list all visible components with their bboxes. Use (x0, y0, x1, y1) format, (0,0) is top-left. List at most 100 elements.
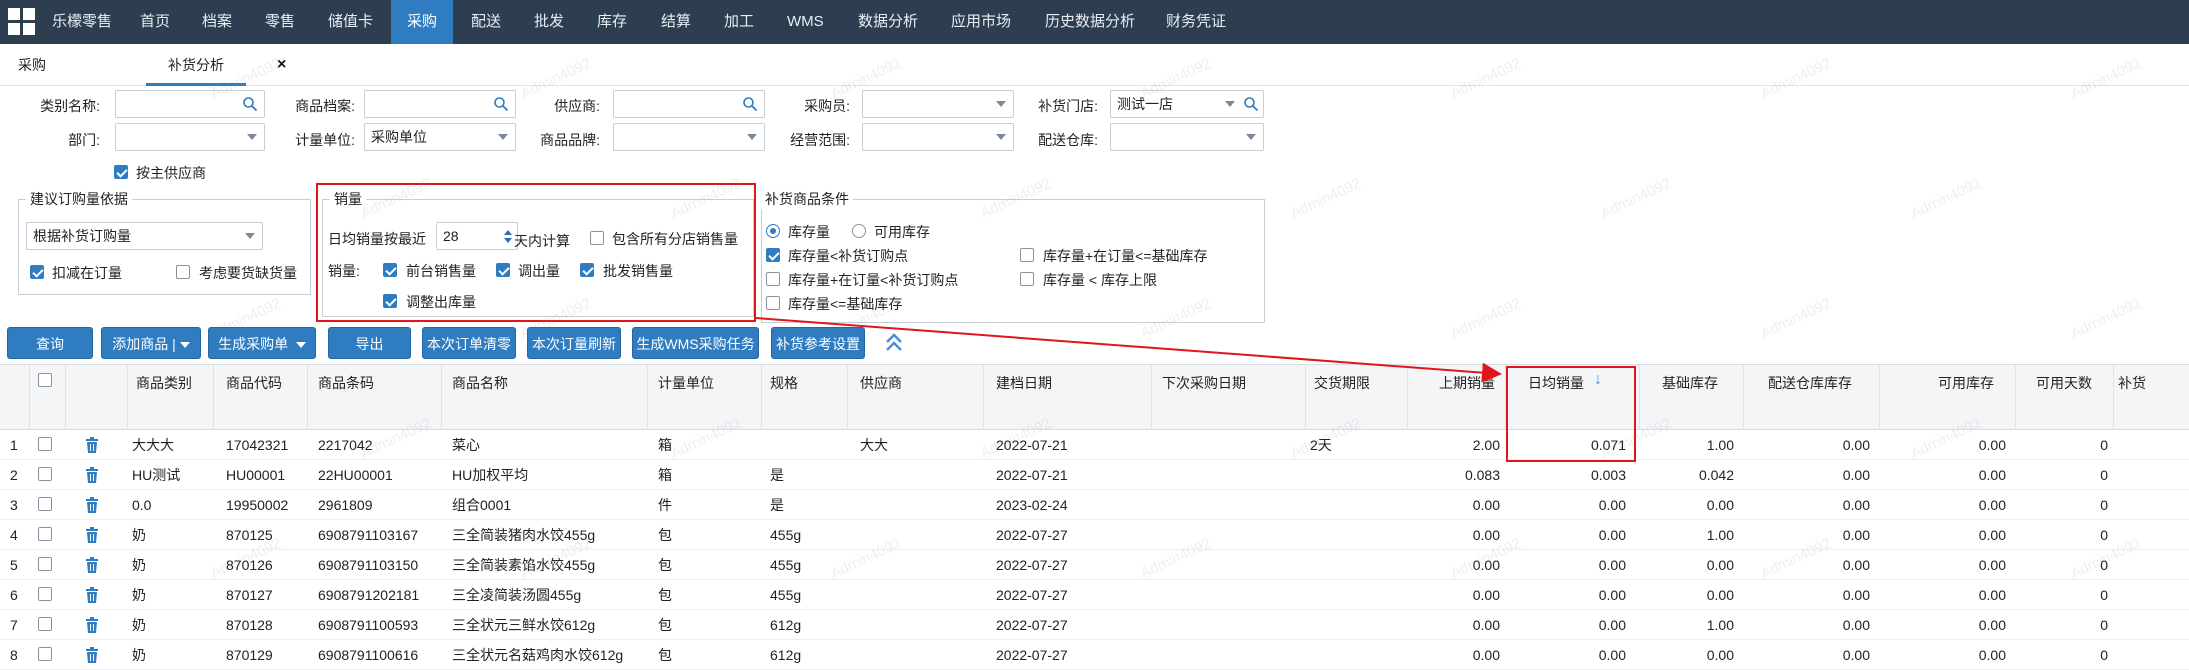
ref-settings-button[interactable]: 补货参考设置 (771, 327, 865, 359)
export-button[interactable]: 导出 (328, 327, 411, 359)
trash-icon[interactable] (85, 527, 99, 543)
nav-processing[interactable]: 加工 (724, 0, 754, 44)
nav-finance-voucher[interactable]: 财务凭证 (1166, 0, 1226, 44)
table-row[interactable]: 5 奶 870126 6908791103150 三全简装素馅水饺455g 包 455g 20… (0, 550, 2189, 580)
header-created[interactable]: 建档日期 (984, 365, 1152, 429)
table-row[interactable]: 6 奶 870127 6908791202181 三全凌简装汤圆455g 包 455g 202… (0, 580, 2189, 610)
trash-icon[interactable] (85, 587, 99, 603)
deduct-onorder-checkbox[interactable] (30, 265, 44, 279)
lt-upper-checkbox[interactable] (1020, 272, 1034, 286)
plus-onorder-le-base-checkbox[interactable] (1020, 248, 1034, 262)
available-stock-radio[interactable] (852, 224, 866, 238)
consider-shortage-checkbox[interactable] (176, 265, 190, 279)
nav-purchase[interactable]: 采购 (391, 0, 453, 44)
cell-barcode: 6908791103150 (318, 557, 419, 573)
search-icon[interactable] (1243, 96, 1259, 112)
buyer-select[interactable] (862, 90, 1014, 118)
nav-app-market[interactable]: 应用市场 (951, 0, 1011, 44)
nav-archive[interactable]: 档案 (202, 0, 232, 44)
dept-select[interactable] (115, 123, 265, 151)
header-dist-stock[interactable]: 配送仓库库存 (1744, 365, 1880, 429)
table-row[interactable]: 4 奶 870125 6908791103167 三全简装猪肉水饺455g 包 455g 20… (0, 520, 2189, 550)
table-row[interactable]: 7 奶 870128 6908791100593 三全状元三鲜水饺612g 包 612g 20… (0, 610, 2189, 640)
le-base-checkbox[interactable] (766, 296, 780, 310)
generate-po-button[interactable]: 生成采购单 (208, 327, 316, 359)
row-number: 2 (10, 467, 18, 483)
nav-home[interactable]: 首页 (140, 0, 170, 44)
nav-settlement[interactable]: 结算 (661, 0, 691, 44)
header-spec[interactable]: 规格 (762, 365, 848, 429)
unit-select[interactable]: 采购单位 (364, 123, 516, 151)
search-icon[interactable] (742, 96, 758, 112)
clear-order-button[interactable]: 本次订单清零 (422, 327, 516, 359)
header-avail-stock[interactable]: 可用库存 (1880, 365, 2016, 429)
table-row[interactable]: 3 0.0 19950002 2961809 组合0001 件 是 2023-02-24 0.0… (0, 490, 2189, 520)
category-input[interactable] (115, 90, 265, 118)
header-next-po[interactable]: 下次采购日期 (1152, 365, 1306, 429)
scope-select[interactable] (862, 123, 1014, 151)
collapse-up-icon[interactable] (884, 331, 904, 355)
row-checkbox[interactable] (38, 467, 52, 481)
header-code[interactable]: 商品代码 (214, 365, 308, 429)
header-supplier[interactable]: 供应商 (848, 365, 984, 429)
trash-icon[interactable] (85, 647, 99, 663)
nav-wms[interactable]: WMS (787, 0, 824, 44)
search-icon[interactable] (493, 96, 509, 112)
lt-reorder-checkbox[interactable] (766, 248, 780, 262)
stock-radio[interactable] (766, 224, 780, 238)
row-checkbox[interactable] (38, 587, 52, 601)
warehouse-select[interactable] (1110, 123, 1264, 151)
trash-icon[interactable] (85, 617, 99, 633)
generate-wms-button[interactable]: 生成WMS采购任务 (632, 327, 759, 359)
nav-inventory[interactable]: 库存 (597, 0, 627, 44)
nav-stored-value[interactable]: 储值卡 (328, 0, 373, 44)
header-barcode[interactable]: 商品条码 (308, 365, 442, 429)
trash-icon[interactable] (85, 497, 99, 513)
header-name[interactable]: 商品名称 (442, 365, 648, 429)
row-checkbox[interactable] (38, 497, 52, 511)
search-icon[interactable] (242, 96, 258, 112)
trash-icon[interactable] (85, 467, 99, 483)
tab-replenish-analysis[interactable]: 补货分析 (146, 44, 246, 86)
nav-distribution[interactable]: 配送 (471, 0, 501, 44)
header-unit[interactable]: 计量单位 (648, 365, 762, 429)
plus-onorder-lt-reorder-checkbox[interactable] (766, 272, 780, 286)
refresh-order-button[interactable]: 本次订量刷新 (527, 327, 621, 359)
row-checkbox[interactable] (38, 437, 52, 451)
header-avail-days[interactable]: 可用天数 (2016, 365, 2114, 429)
add-product-button[interactable]: 添加商品 | (101, 327, 201, 359)
select-all-checkbox[interactable] (38, 373, 52, 387)
cell-name: HU加权平均 (452, 467, 529, 483)
header-base-stock[interactable]: 基础库存 (1640, 365, 1744, 429)
table-row[interactable]: 1 大大大 17042321 2217042 菜心 箱 大大 2022-07-21 2天 2.00… (0, 430, 2189, 460)
product-input[interactable] (364, 90, 516, 118)
nav-history-analysis[interactable]: 历史数据分析 (1045, 0, 1135, 44)
nav-retail[interactable]: 零售 (265, 0, 295, 44)
nav-wholesale[interactable]: 批发 (534, 0, 564, 44)
brand-select[interactable] (613, 123, 765, 151)
row-checkbox[interactable] (38, 557, 52, 571)
cell-code: 870126 (226, 557, 273, 573)
trash-icon[interactable] (85, 437, 99, 453)
nav-data-analysis[interactable]: 数据分析 (858, 0, 918, 44)
query-button[interactable]: 查询 (7, 327, 93, 359)
tab-purchase[interactable]: 采购 (18, 44, 46, 86)
main-supplier-checkbox[interactable] (114, 165, 128, 179)
row-checkbox[interactable] (38, 647, 52, 661)
store-select[interactable]: 测试一店 (1110, 90, 1264, 118)
header-category[interactable]: 商品类别 (128, 365, 214, 429)
trash-icon[interactable] (85, 557, 99, 573)
nav-brand[interactable]: 乐檬零售 (52, 0, 112, 44)
basis-select[interactable]: 根据补货订购量 (26, 222, 263, 250)
header-last-sales[interactable]: 上期销量 (1408, 365, 1506, 429)
supplier-input[interactable] (613, 90, 765, 118)
header-replenish[interactable]: 补货 (2114, 365, 2189, 429)
header-lead[interactable]: 交货期限 (1306, 365, 1408, 429)
table-row[interactable]: 8 奶 870129 6908791100616 三全状元名菇鸡肉水饺612g 包 612g… (0, 640, 2189, 670)
app-grid-icon[interactable] (8, 8, 36, 36)
row-checkbox[interactable] (38, 527, 52, 541)
close-icon[interactable]: × (277, 44, 286, 86)
cell-created: 2022-07-27 (996, 647, 1068, 663)
row-checkbox[interactable] (38, 617, 52, 631)
table-row[interactable]: 2 HU测试 HU00001 22HU00001 HU加权平均 箱 是 2022-07-21 0… (0, 460, 2189, 490)
